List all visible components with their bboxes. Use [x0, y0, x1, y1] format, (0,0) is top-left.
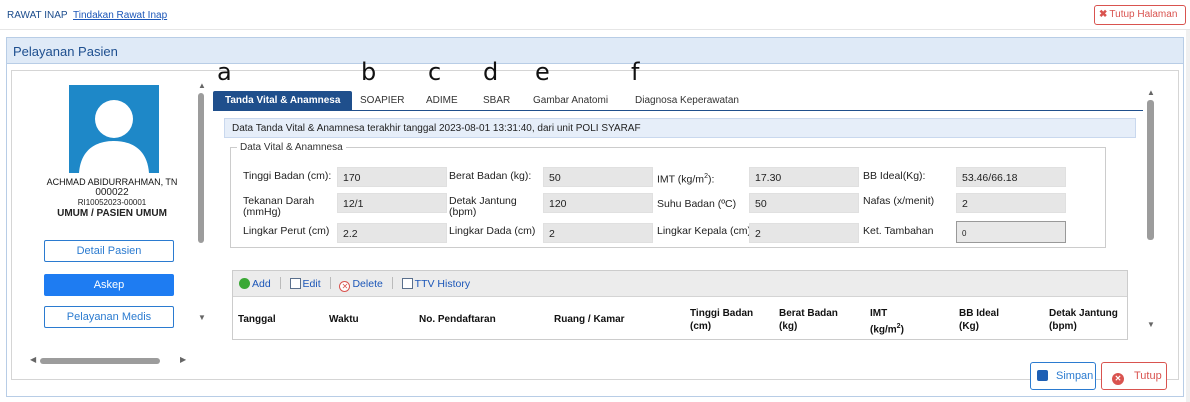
ttv-history-button[interactable]: TTV History: [401, 278, 470, 290]
avatar: [69, 85, 159, 173]
save-button[interactable]: Simpan: [1030, 362, 1096, 390]
column-header-waktu[interactable]: Waktu: [329, 313, 359, 326]
toolbar-divider: [391, 277, 393, 289]
panel-title: Pelayanan Pasien: [7, 38, 1183, 64]
column-header-tanggal[interactable]: Tanggal: [238, 313, 276, 326]
add-button[interactable]: Add: [239, 278, 271, 290]
window-edge: [1186, 30, 1190, 402]
height-field: 170: [337, 167, 447, 187]
column-header-no-pendaftaran[interactable]: No. Pendaftaran: [419, 313, 496, 326]
abdominal-circumference-field: 2.2: [337, 223, 447, 243]
respiration-label: Nafas (x/menit): [863, 195, 935, 207]
last-vital-info: Data Tanda Vital & Anamnesa terakhir tan…: [224, 118, 1136, 138]
heart-rate-label: Detak Jantung (bpm): [449, 195, 517, 218]
head-circumference-label: Lingkar Kepala (cm): [657, 225, 751, 237]
vital-legend: Data Vital & Anamnesa: [240, 142, 343, 153]
heart-rate-field: 120: [543, 193, 653, 213]
user-silhouette-icon: [79, 100, 149, 173]
annotation-a: a: [217, 58, 232, 86]
vital-history-grid: Add Edit ✕ Delete TTV History Tanggal Wak…: [232, 270, 1128, 340]
annotation-d: d: [483, 58, 499, 86]
patient-name: ACHMAD ABIDURRAHMAN, TN: [46, 177, 178, 187]
tab-gambar-anatomi[interactable]: Gambar Anatomi: [533, 91, 608, 111]
close-circle-icon: ✕: [1112, 373, 1124, 385]
additional-notes-label: Ket. Tambahan: [863, 225, 934, 237]
head-circumference-field: 2: [749, 223, 859, 243]
imt-label: IMT (kg/m2):: [657, 173, 715, 186]
detail-patient-button[interactable]: Detail Pasien: [44, 240, 174, 262]
close-page-label: Tutup Halaman: [1109, 9, 1178, 20]
sidebar-vertical-scrollbar[interactable]: ▲ ▼: [198, 81, 206, 322]
askep-button[interactable]: Askep: [44, 274, 174, 296]
close-icon: ✖: [1099, 9, 1108, 20]
toolbar-divider: [279, 277, 281, 289]
scroll-down-icon[interactable]: ▼: [1147, 320, 1155, 329]
plus-circle-icon: [239, 278, 250, 289]
imt-field: 17.30: [749, 167, 859, 187]
tab-soapier[interactable]: SOAPIER: [360, 91, 404, 111]
content-vertical-scrollbar[interactable]: ▲ ▼: [1145, 86, 1155, 336]
top-bar: RAWAT INAP Tindakan Rawat Inap ✖ Tutup Ha…: [0, 0, 1190, 30]
delete-button[interactable]: ✕ Delete: [339, 278, 383, 292]
column-header-imt[interactable]: IMT (kg/m2): [870, 307, 904, 336]
breadcrumb-current-link[interactable]: Tindakan Rawat Inap: [73, 10, 167, 21]
column-header-berat-badan[interactable]: Berat Badan (kg): [779, 307, 838, 333]
annotation-f: f: [631, 58, 640, 86]
close-page-button[interactable]: ✖ Tutup Halaman: [1094, 5, 1186, 25]
scroll-down-icon[interactable]: ▼: [198, 313, 206, 322]
tab-diagnosa-keperawatan[interactable]: Diagnosa Keperawatan: [635, 91, 739, 111]
chest-circumference-field: 2: [543, 223, 653, 243]
column-header-bb-ideal[interactable]: BB Ideal (Kg): [959, 307, 999, 333]
weight-field: 50: [543, 167, 653, 187]
scrollbar-thumb[interactable]: [1147, 100, 1154, 240]
ideal-weight-field: 53.46/66.18: [956, 167, 1066, 187]
close-button[interactable]: ✕ Tutup: [1101, 362, 1167, 390]
scroll-up-icon[interactable]: ▲: [1147, 88, 1155, 97]
abdominal-circumference-label: Lingkar Perut (cm): [243, 225, 330, 237]
tab-tanda-vital[interactable]: Tanda Vital & Anamnesa: [213, 91, 353, 111]
chest-circumference-label: Lingkar Dada (cm): [449, 225, 536, 237]
patient-sidebar: ACHMAD ABIDURRAHMAN, TN 000022 RI1005202…: [22, 81, 202, 341]
patient-category: UMUM / PASIEN UMUM: [57, 208, 167, 219]
patient-id: 000022: [95, 187, 129, 198]
blood-pressure-field: 12/1: [337, 193, 447, 213]
column-header-tinggi-badan[interactable]: Tinggi Badan (cm): [690, 307, 753, 333]
patient-registration: RI10052023-00001: [77, 198, 147, 207]
tab-sbar[interactable]: SBAR: [483, 91, 510, 111]
history-list-icon: [401, 278, 413, 289]
respiration-field: 2: [956, 193, 1066, 213]
scroll-up-icon[interactable]: ▲: [198, 81, 206, 90]
column-header-ruang[interactable]: Ruang / Kamar: [554, 313, 625, 326]
medical-service-button[interactable]: Pelayanan Medis: [44, 306, 174, 328]
floppy-disk-icon: [1037, 370, 1048, 381]
tab-underline: [213, 110, 1143, 111]
scroll-left-icon[interactable]: ◀: [30, 355, 36, 364]
scrollbar-thumb[interactable]: [40, 358, 160, 364]
annotation-b: b: [361, 58, 377, 86]
tab-adime[interactable]: ADIME: [426, 91, 458, 111]
edit-icon: [289, 278, 301, 289]
scrollbar-thumb[interactable]: [198, 93, 204, 243]
delete-circle-icon: ✕: [339, 281, 351, 292]
weight-label: Berat Badan (kg):: [449, 170, 532, 182]
grid-toolbar: Add Edit ✕ Delete TTV History: [233, 271, 1127, 297]
annotation-c: c: [428, 58, 442, 86]
edit-button[interactable]: Edit: [289, 278, 321, 290]
scroll-right-icon[interactable]: ▶: [180, 355, 186, 364]
temperature-label: Suhu Badan (ºC): [657, 198, 737, 210]
toolbar-divider: [329, 277, 331, 289]
column-header-detak-jantung[interactable]: Detak Jantung (bpm): [1049, 307, 1118, 333]
annotation-e: e: [535, 58, 550, 86]
breadcrumb-root: RAWAT INAP: [7, 10, 68, 21]
sidebar-horizontal-scrollbar[interactable]: ◀ ▶: [30, 355, 190, 365]
temperature-field: 50: [749, 193, 859, 213]
tab-content: Data Tanda Vital & Anamnesa terakhir tan…: [224, 118, 1136, 340]
additional-notes-field[interactable]: 0: [956, 221, 1066, 243]
blood-pressure-label: Tekanan Darah (mmHg): [243, 195, 315, 218]
height-label: Tinggi Badan (cm):: [243, 170, 332, 182]
vital-fieldset: Data Vital & Anamnesa Tinggi Badan (cm):…: [230, 142, 1106, 248]
ideal-weight-label: BB Ideal(Kg):: [863, 170, 926, 182]
